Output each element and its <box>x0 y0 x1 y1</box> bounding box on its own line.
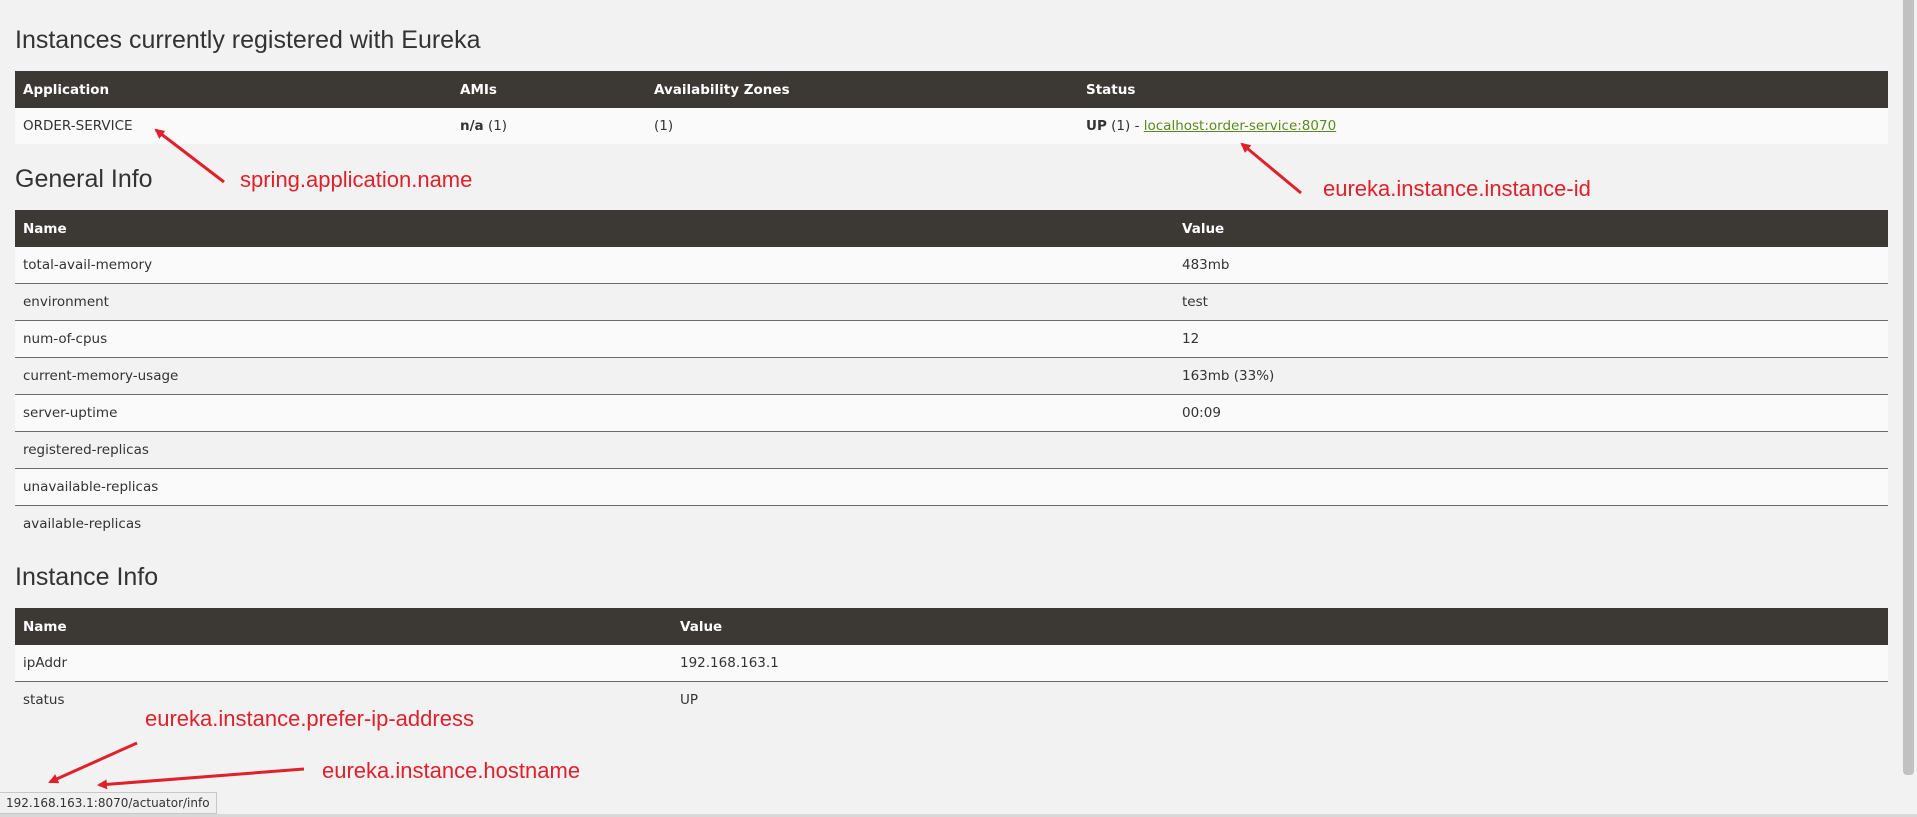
instance-link[interactable]: localhost:order-service:8070 <box>1144 118 1336 134</box>
annotation-hostname: eureka.instance.hostname <box>322 758 581 783</box>
amis-value: n/a <box>460 118 484 134</box>
instance-info-title: Instance Info <box>15 563 159 591</box>
info-name: ipAddr <box>15 645 672 682</box>
table-row: current-memory-usage 163mb (33%) <box>15 357 1888 395</box>
status-cell: UP (1) - localhost:order-service:8070 <box>1078 108 1888 144</box>
table-row: ORDER-SERVICE n/a (1) (1) UP (1) - local… <box>15 108 1888 144</box>
info-name: environment <box>15 283 1174 321</box>
table-row: unavailable-replicas <box>15 468 1888 506</box>
table-row: num-of-cpus 12 <box>15 320 1888 358</box>
info-value: test <box>1174 283 1888 321</box>
info-value <box>1174 468 1888 506</box>
info-value: 483mb <box>1174 247 1888 284</box>
status-value: UP <box>1086 118 1107 134</box>
column-header-amis: AMIs <box>452 71 646 108</box>
applications-table: Application AMIs Availability Zones Stat… <box>15 71 1888 144</box>
amis-cell: n/a (1) <box>452 108 646 144</box>
table-row: registered-replicas <box>15 431 1888 469</box>
arrow-prefer-ip <box>48 741 138 784</box>
arrow-hostname <box>97 767 305 790</box>
arrow-instance-id <box>1240 142 1302 195</box>
zones-cell: (1) <box>646 108 1078 144</box>
info-name: registered-replicas <box>15 431 1174 469</box>
column-header-value: Value <box>672 608 1888 645</box>
general-info-title: General Info <box>15 165 153 193</box>
cut-off-heading <box>15 0 22 9</box>
info-name: total-avail-memory <box>15 247 1174 284</box>
info-value <box>1174 431 1888 469</box>
table-row: ipAddr 192.168.163.1 <box>15 645 1888 682</box>
info-name: num-of-cpus <box>15 320 1174 358</box>
amis-count: (1) <box>487 118 508 134</box>
info-value: 12 <box>1174 320 1888 358</box>
instances-section-title: Instances currently registered with Eure… <box>15 26 481 54</box>
status-count: (1) - <box>1111 118 1140 134</box>
application-name: ORDER-SERVICE <box>15 108 452 144</box>
table-row: total-avail-memory 483mb <box>15 247 1888 284</box>
table-row: available-replicas <box>15 505 1888 542</box>
general-info-table: Name Value total-avail-memory 483mb envir… <box>15 210 1888 542</box>
info-name: server-uptime <box>15 394 1174 432</box>
info-value: UP <box>672 681 1888 718</box>
column-header-application: Application <box>15 71 452 108</box>
info-value <box>1174 505 1888 542</box>
info-name: current-memory-usage <box>15 357 1174 395</box>
vertical-scrollbar[interactable] <box>1900 0 1917 817</box>
column-header-status: Status <box>1078 71 1888 108</box>
info-value: 00:09 <box>1174 394 1888 432</box>
info-name: unavailable-replicas <box>15 468 1174 506</box>
annotation-prefer-ip: eureka.instance.prefer-ip-address <box>145 706 474 731</box>
annotation-app-name: spring.application.name <box>240 167 473 192</box>
status-bar-url: 192.168.163.1:8070/actuator/info <box>0 792 217 814</box>
annotation-instance-id: eureka.instance.instance-id <box>1323 176 1591 201</box>
column-header-name: Name <box>15 608 672 645</box>
column-header-name: Name <box>15 210 1174 247</box>
info-value: 163mb (33%) <box>1174 357 1888 395</box>
column-header-value: Value <box>1174 210 1888 247</box>
info-value: 192.168.163.1 <box>672 645 1888 682</box>
scrollbar-thumb[interactable] <box>1903 0 1914 775</box>
table-row: server-uptime 00:09 <box>15 394 1888 432</box>
column-header-zones: Availability Zones <box>646 71 1078 108</box>
instance-info-table: Name Value ipAddr 192.168.163.1 status UP <box>15 608 1888 718</box>
table-row: environment test <box>15 283 1888 321</box>
info-name: available-replicas <box>15 505 1174 542</box>
